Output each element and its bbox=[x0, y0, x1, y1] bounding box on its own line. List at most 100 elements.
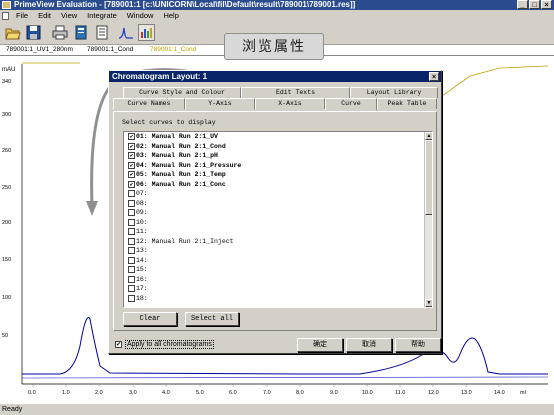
list-item[interactable]: ✔ 03: Manual Run 2:1_pH bbox=[124, 151, 432, 161]
x-tick: 6.0 bbox=[229, 390, 237, 396]
list-item[interactable]: 13: bbox=[124, 246, 432, 256]
menu-view[interactable]: View bbox=[56, 11, 82, 20]
curve-checkbox[interactable]: ✔ bbox=[128, 133, 135, 141]
save-icon[interactable] bbox=[25, 24, 42, 41]
y-tick: 250 bbox=[2, 185, 11, 191]
curve-checkbox[interactable] bbox=[128, 228, 135, 236]
list-item[interactable]: 18: bbox=[124, 294, 432, 304]
x-tick: 14.0 bbox=[494, 390, 505, 396]
list-item[interactable]: 14: bbox=[124, 256, 432, 266]
scroll-thumb[interactable] bbox=[425, 140, 432, 215]
x-tick: 2.0 bbox=[95, 390, 103, 396]
x-tick: 9.0 bbox=[330, 390, 338, 396]
tab-y-axis[interactable]: Y-Axis bbox=[185, 98, 255, 109]
x-tick: 10.0 bbox=[362, 390, 373, 396]
x-tick: 3.0 bbox=[129, 390, 137, 396]
menu-file[interactable]: File bbox=[11, 11, 33, 20]
curve-checkbox[interactable] bbox=[128, 256, 135, 264]
apply-all-option[interactable]: ✔ Apply to all chromatograms bbox=[115, 340, 214, 349]
document-menu-icon[interactable] bbox=[2, 11, 9, 20]
menu-edit[interactable]: Edit bbox=[33, 11, 56, 20]
list-item[interactable]: 08: bbox=[124, 199, 432, 209]
curve-checkbox[interactable]: ✔ bbox=[128, 180, 135, 188]
tab-curve[interactable]: Curve bbox=[325, 98, 377, 110]
curve-checkbox[interactable] bbox=[128, 218, 135, 226]
x-tick: 5.0 bbox=[196, 390, 204, 396]
menu-window[interactable]: Window bbox=[122, 11, 159, 20]
x-tick-labels: 0.0 1.0 2.0 3.0 4.0 5.0 6.0 7.0 8.0 9.0 … bbox=[28, 390, 526, 396]
tab-curve-names[interactable]: Curve Names bbox=[113, 98, 185, 109]
apply-all-label: Apply to all chromatograms bbox=[125, 340, 214, 349]
peak-icon[interactable] bbox=[117, 24, 134, 41]
curve-checkbox[interactable] bbox=[128, 190, 135, 198]
menu-integrate[interactable]: Integrate bbox=[82, 11, 122, 20]
y-tick: 150 bbox=[2, 257, 11, 263]
dialog-title-bar[interactable]: Chromatogram Layout: 1 × bbox=[109, 71, 441, 82]
close-button[interactable]: × bbox=[541, 0, 552, 9]
help-button[interactable]: 帮助 bbox=[395, 338, 441, 352]
open-icon[interactable] bbox=[4, 24, 21, 41]
curve-checkbox[interactable] bbox=[128, 237, 135, 245]
list-item[interactable]: 12: Manual Run 2:1_Inject bbox=[124, 237, 432, 247]
list-item[interactable]: ✔ 04: Manual Run 2:1_Pressure bbox=[124, 161, 432, 171]
list-item[interactable]: 17: bbox=[124, 284, 432, 294]
tab-layout-library[interactable]: Layout Library bbox=[350, 87, 438, 98]
list-item[interactable]: ✔ 05: Manual Run 2:1_Temp bbox=[124, 170, 432, 180]
apply-all-checkbox[interactable]: ✔ bbox=[115, 341, 122, 348]
curve-checkbox[interactable]: ✔ bbox=[128, 152, 135, 160]
ok-button[interactable]: 确定 bbox=[297, 338, 343, 352]
clear-button[interactable]: Clear bbox=[123, 312, 177, 326]
menu-bar: File Edit View Integrate Window Help bbox=[0, 10, 554, 21]
curve-checkbox[interactable] bbox=[128, 266, 135, 274]
scroll-up-icon[interactable]: ▲ bbox=[425, 132, 432, 140]
curve-list[interactable]: ✔ 01: Manual Run 2:1_UV ✔ 02: Manual Run 2… bbox=[123, 131, 433, 308]
list-item[interactable]: ✔ 02: Manual Run 2:1_Cond bbox=[124, 142, 432, 152]
x-tick: ml bbox=[520, 390, 526, 396]
list-item[interactable]: 15: bbox=[124, 265, 432, 275]
baseline-curve bbox=[21, 376, 549, 379]
x-tick: 13.0 bbox=[461, 390, 472, 396]
window-title-bar[interactable]: PrimeView Evaluation - [789001:1 [c:\UNI… bbox=[0, 0, 554, 10]
tab-peak-table[interactable]: Peak Table bbox=[377, 98, 437, 109]
y-tick: 50 bbox=[2, 333, 8, 339]
x-tick: 0.0 bbox=[28, 390, 36, 396]
curve-list-scrollbar[interactable]: ▲ ▼ bbox=[424, 132, 432, 307]
list-item[interactable]: 11: bbox=[124, 227, 432, 237]
curve-checkbox[interactable] bbox=[128, 285, 135, 293]
curve-checkbox[interactable] bbox=[128, 247, 135, 255]
tab-curve-style-and-colour[interactable]: Curve Style and Colour bbox=[123, 87, 241, 98]
curve-checkbox[interactable]: ✔ bbox=[128, 161, 135, 169]
print-icon[interactable] bbox=[51, 24, 68, 41]
curve-checkbox[interactable] bbox=[128, 209, 135, 217]
maximize-button[interactable]: □ bbox=[529, 0, 540, 9]
curve-checkbox[interactable]: ✔ bbox=[128, 142, 135, 150]
curve-checkbox[interactable]: ✔ bbox=[128, 171, 135, 179]
list-item[interactable]: 09: bbox=[124, 208, 432, 218]
minimize-button[interactable]: _ bbox=[517, 0, 528, 9]
menu-help[interactable]: Help bbox=[158, 11, 183, 20]
list-item[interactable]: 10: bbox=[124, 218, 432, 228]
list-item[interactable]: 16: bbox=[124, 275, 432, 285]
scroll-down-icon[interactable]: ▼ bbox=[425, 299, 432, 307]
tab-x-axis[interactable]: X-Axis bbox=[255, 98, 325, 109]
y-tick: 340 bbox=[2, 79, 11, 85]
curve-checkbox[interactable] bbox=[128, 294, 135, 302]
list-item[interactable]: 07: bbox=[124, 189, 432, 199]
cancel-button[interactable]: 取消 bbox=[346, 338, 392, 352]
app-icon bbox=[2, 1, 11, 9]
curve-uv-label[interactable]: 789001:1_UV1_280nm bbox=[6, 45, 73, 55]
dialog-close-button[interactable]: × bbox=[429, 72, 439, 81]
document-icon[interactable] bbox=[93, 24, 110, 41]
curve-cond-label[interactable]: 789001:1_Cond bbox=[87, 45, 133, 55]
list-item[interactable]: ✔ 01: Manual Run 2:1_UV bbox=[124, 132, 432, 142]
curve-checkbox[interactable] bbox=[128, 199, 135, 207]
curve-third-label[interactable]: 789001:1_Cond bbox=[150, 45, 196, 55]
tab-edit-texts[interactable]: Edit Texts bbox=[241, 87, 350, 98]
browse-properties-callout: 浏览属性 bbox=[224, 33, 324, 60]
list-item[interactable]: ✔ 06: Manual Run 2:1_Conc bbox=[124, 180, 432, 190]
y-tick: 260 bbox=[2, 148, 11, 154]
select-all-button[interactable]: Select all bbox=[185, 312, 239, 326]
page-icon[interactable] bbox=[72, 24, 89, 41]
curve-checkbox[interactable] bbox=[128, 275, 135, 283]
chromatogram-layout-icon[interactable] bbox=[138, 24, 155, 41]
